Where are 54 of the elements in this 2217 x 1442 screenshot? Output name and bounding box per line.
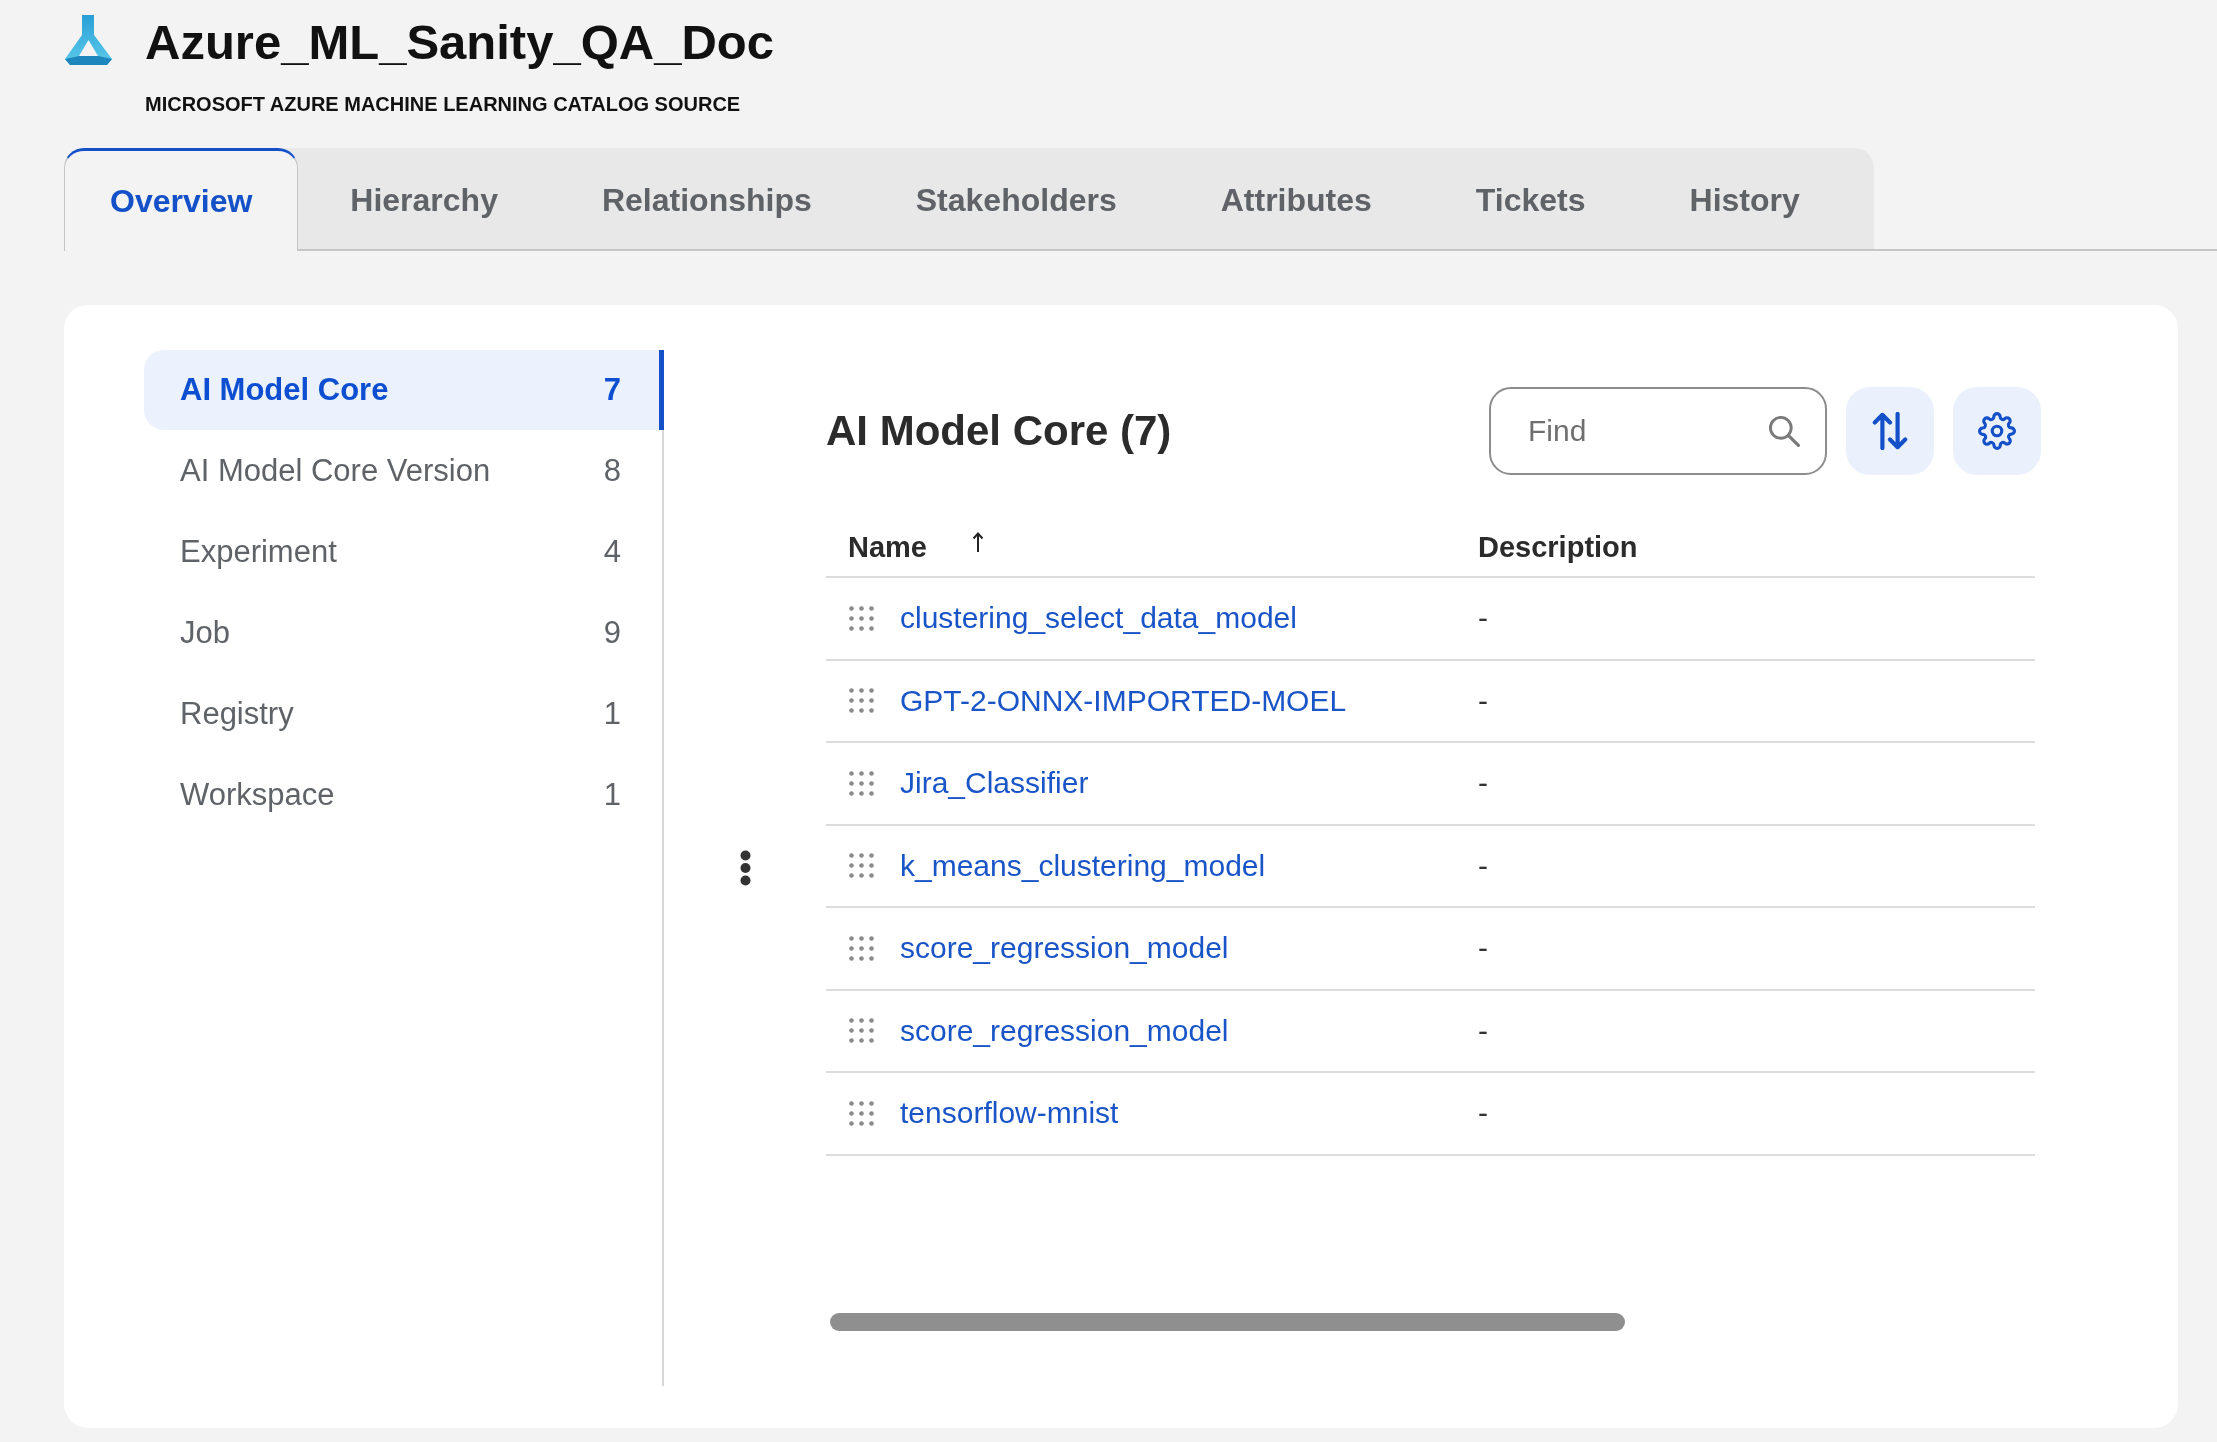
description-cell: - bbox=[1478, 1096, 1488, 1131]
flask-logo-icon bbox=[65, 15, 112, 65]
sidebar-item[interactable]: AI Model Core Version 8 bbox=[144, 431, 664, 511]
sidebar-item[interactable]: Registry 1 bbox=[144, 674, 664, 754]
description-cell: - bbox=[1478, 931, 1488, 966]
tab[interactable]: Overview bbox=[64, 148, 299, 251]
settings-button[interactable] bbox=[1953, 387, 2041, 475]
page-subtitle: MICROSOFT AZURE MACHINE LEARNING CATALOG SOURCE bbox=[145, 92, 742, 116]
kebab-menu-icon[interactable] bbox=[739, 850, 751, 886]
model-link[interactable]: score_regression_model bbox=[900, 931, 1229, 966]
description-cell: - bbox=[1478, 766, 1488, 801]
tab[interactable]: Attributes bbox=[1168, 148, 1424, 249]
drag-handle-icon[interactable] bbox=[849, 853, 874, 879]
item-count: 1 bbox=[603, 777, 621, 813]
sidebar-item[interactable]: Job 9 bbox=[144, 593, 664, 673]
column-header[interactable]: Name bbox=[848, 530, 984, 564]
sort-arrows-icon bbox=[1871, 412, 1909, 450]
model-link[interactable]: score_regression_model bbox=[900, 1013, 1229, 1048]
drag-handle-icon[interactable] bbox=[849, 935, 874, 961]
item-count: 9 bbox=[603, 615, 621, 651]
model-link[interactable]: tensorflow-mnist bbox=[900, 1096, 1119, 1131]
tab[interactable]: Relationships bbox=[549, 148, 864, 249]
sidebar-item[interactable]: Workspace 1 bbox=[144, 755, 664, 835]
item-count: 8 bbox=[603, 453, 621, 489]
search-field[interactable]: Find bbox=[1489, 387, 1827, 475]
model-link[interactable]: GPT-2-ONNX-IMPORTED-MOEL bbox=[900, 683, 1347, 718]
search-icon bbox=[1768, 415, 1800, 447]
horizontal-scrollbar[interactable] bbox=[830, 1313, 1625, 1331]
tab[interactable]: Hierarchy bbox=[298, 148, 550, 249]
item-count: 4 bbox=[603, 534, 621, 570]
column-header[interactable]: Description bbox=[1478, 530, 1638, 564]
description-cell: - bbox=[1478, 683, 1488, 718]
description-cell: - bbox=[1478, 848, 1488, 883]
description-cell: - bbox=[1478, 1013, 1488, 1048]
model-link[interactable]: k_means_clustering_model bbox=[900, 848, 1266, 883]
item-count: 7 bbox=[603, 372, 621, 408]
tab[interactable]: History bbox=[1637, 148, 1852, 249]
model-link[interactable]: Jira_Classifier bbox=[900, 766, 1089, 801]
sidebar-item[interactable]: Experiment 4 bbox=[144, 512, 664, 592]
drag-handle-icon[interactable] bbox=[849, 1100, 874, 1126]
drag-handle-icon[interactable] bbox=[849, 605, 874, 631]
settings-icon bbox=[1978, 412, 2016, 450]
sort-button[interactable] bbox=[1846, 387, 1934, 475]
drag-handle-icon[interactable] bbox=[849, 770, 874, 796]
model-link[interactable]: clustering_select_data_model bbox=[900, 601, 1297, 636]
panel-title: AI Model Core (7) bbox=[826, 407, 1173, 455]
drag-handle-icon[interactable] bbox=[849, 1018, 874, 1044]
description-cell: - bbox=[1478, 601, 1488, 636]
tab[interactable]: Tickets bbox=[1423, 148, 1638, 249]
tab[interactable]: Stakeholders bbox=[863, 148, 1169, 249]
drag-handle-icon[interactable] bbox=[849, 688, 874, 714]
sidebar-item[interactable]: AI Model Core 7 bbox=[144, 350, 664, 430]
item-count: 1 bbox=[603, 696, 621, 732]
page-title: Azure_ML_Sanity_QA_Doc bbox=[145, 14, 774, 70]
